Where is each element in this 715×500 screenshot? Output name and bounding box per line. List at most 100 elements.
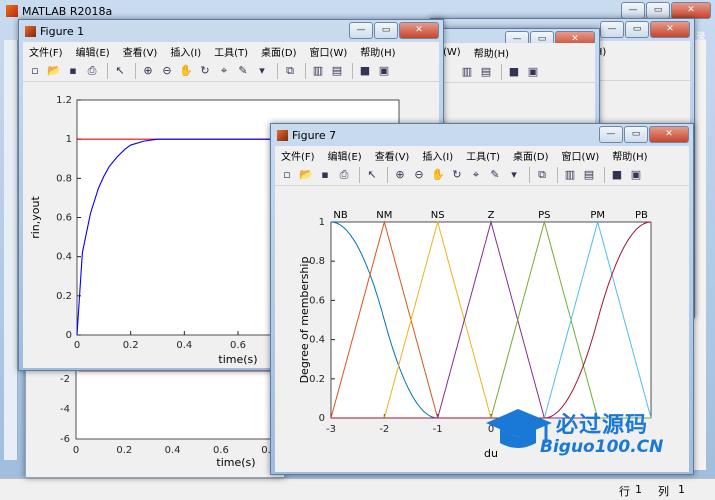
new-figure-icon[interactable]: ▫ bbox=[27, 63, 43, 79]
y-tick-label: 1 bbox=[66, 134, 72, 145]
colorbar-icon[interactable]: ▥ bbox=[310, 63, 326, 79]
save-icon[interactable]: ▪ bbox=[65, 63, 81, 79]
y-tick-label: 0.6 bbox=[309, 295, 325, 306]
y-tick-label: 0.2 bbox=[309, 374, 325, 385]
figure7-menu-item[interactable]: 窗口(W) bbox=[562, 148, 600, 163]
open-file-icon[interactable]: 📂 bbox=[298, 167, 314, 183]
x-tick-label: -3 bbox=[326, 424, 336, 435]
minimize-icon[interactable]: — bbox=[600, 21, 624, 38]
y-tick-label: 1.2 bbox=[56, 95, 72, 106]
print-icon[interactable]: ⎙ bbox=[84, 63, 100, 79]
zoom-out-icon[interactable]: ⊖ bbox=[411, 167, 427, 183]
toolbar-separator bbox=[135, 62, 136, 79]
col-value: 1 bbox=[678, 483, 685, 496]
statusbar: 行 1 列 1 bbox=[0, 478, 715, 500]
figure1-menu-item[interactable]: 插入(I) bbox=[170, 44, 201, 59]
pan-icon[interactable]: ✋ bbox=[430, 167, 446, 183]
figure7-menu-item[interactable]: 插入(I) bbox=[422, 148, 453, 163]
link-plot-icon[interactable]: ⧉ bbox=[282, 63, 298, 79]
zoom-in-icon[interactable]: ⊕ bbox=[392, 167, 408, 183]
edit-plot-icon[interactable]: ↖ bbox=[112, 63, 128, 79]
y-axis-label: Degree of membership bbox=[298, 257, 311, 384]
legend-icon[interactable]: ▤ bbox=[329, 63, 345, 79]
close-icon[interactable]: ✕ bbox=[671, 2, 711, 19]
x-tick-label: -1 bbox=[433, 424, 443, 435]
zoom-in-icon[interactable]: ⊕ bbox=[140, 63, 156, 79]
open-file-icon[interactable]: 📂 bbox=[46, 63, 62, 79]
new-figure-icon[interactable]: ▫ bbox=[279, 167, 295, 183]
colorbar-icon[interactable]: ▥ bbox=[459, 64, 475, 80]
mf-label-ps: PS bbox=[538, 210, 550, 221]
figure-icon bbox=[25, 25, 36, 37]
row-label: 行 bbox=[619, 485, 630, 498]
minimize-icon[interactable]: — bbox=[621, 2, 645, 19]
x-tick-label: -2 bbox=[379, 424, 389, 435]
matlab-window-buttons: — ▭ ✕ bbox=[620, 2, 711, 19]
edit-plot-icon[interactable]: ↖ bbox=[364, 167, 380, 183]
show-plot-tools-icon[interactable]: ▣ bbox=[628, 167, 644, 183]
brush-icon[interactable]: ✎ bbox=[487, 167, 503, 183]
pan-icon[interactable]: ✋ bbox=[178, 63, 194, 79]
figure1-menu-item[interactable]: 窗口(W) bbox=[310, 44, 348, 59]
legend-icon[interactable]: ▤ bbox=[581, 167, 597, 183]
brush-icon[interactable]: ✎ bbox=[235, 63, 251, 79]
dropdown-arrow-icon[interactable]: ▾ bbox=[254, 63, 270, 79]
close-icon[interactable]: ✕ bbox=[649, 126, 689, 143]
toolbar-separator bbox=[277, 62, 278, 79]
maximize-icon[interactable]: ▭ bbox=[624, 126, 648, 143]
data-cursor-icon[interactable]: ⌖ bbox=[216, 63, 232, 79]
y-tick-label: 1 bbox=[319, 217, 325, 228]
watermark-brand: 必过源码 bbox=[556, 413, 649, 438]
figure1-menu-item[interactable]: 文件(F) bbox=[29, 44, 63, 59]
show-plot-tools-icon[interactable]: ▣ bbox=[525, 64, 541, 80]
data-cursor-icon[interactable]: ⌖ bbox=[468, 167, 484, 183]
maximize-icon[interactable]: ▭ bbox=[646, 2, 670, 19]
minimize-icon[interactable]: — bbox=[349, 22, 373, 39]
col-label: 列 bbox=[658, 485, 669, 498]
dropdown-arrow-icon[interactable]: ▾ bbox=[506, 167, 522, 183]
minimize-icon[interactable]: — bbox=[599, 126, 623, 143]
figure7-menu-item[interactable]: 查看(V) bbox=[375, 148, 410, 163]
figure7-menu-item[interactable]: 桌面(D) bbox=[513, 148, 549, 163]
figure7-menu-item[interactable]: 编辑(E) bbox=[328, 148, 362, 163]
maximize-icon[interactable]: ▭ bbox=[374, 22, 398, 39]
figure7-menu-item[interactable]: 文件(F) bbox=[281, 148, 315, 163]
y-axis-label: rin,yout bbox=[29, 196, 42, 239]
back2-window-buttons: — ▭ ✕ bbox=[599, 21, 690, 38]
hide-plot-tools-icon[interactable]: ■ bbox=[357, 63, 373, 79]
figure7-menu-item[interactable]: 帮助(H) bbox=[612, 148, 647, 163]
matlab-logo-icon bbox=[6, 5, 18, 17]
colorbar-icon[interactable]: ▥ bbox=[562, 167, 578, 183]
save-icon[interactable]: ▪ bbox=[317, 167, 333, 183]
figure1-menu-item[interactable]: 工具(T) bbox=[214, 44, 248, 59]
rotate-icon[interactable]: ↻ bbox=[197, 63, 213, 79]
mf-label-pm: PM bbox=[590, 210, 605, 221]
maximize-icon[interactable]: ▭ bbox=[625, 21, 649, 38]
mf-label-z: Z bbox=[488, 210, 495, 221]
close-icon[interactable]: ✕ bbox=[399, 22, 439, 39]
watermark-site: Biguo100.CN bbox=[540, 437, 664, 457]
hide-plot-tools-icon[interactable]: ■ bbox=[506, 64, 522, 80]
x-tick-label: 0.4 bbox=[176, 340, 192, 351]
toolbar-separator bbox=[557, 166, 558, 183]
toolbar-separator bbox=[501, 63, 502, 80]
x-axis-label: time(s) bbox=[218, 353, 257, 366]
back1-menu-help[interactable]: 帮助(H) bbox=[474, 45, 509, 60]
print-icon[interactable]: ⎙ bbox=[336, 167, 352, 183]
axes-box bbox=[330, 221, 652, 419]
hide-plot-tools-icon[interactable]: ■ bbox=[609, 167, 625, 183]
rotate-icon[interactable]: ↻ bbox=[449, 167, 465, 183]
back1-menu-window[interactable]: (W) bbox=[443, 47, 461, 58]
x-axis-label: time(s) bbox=[216, 456, 255, 469]
figure1-menu-item[interactable]: 查看(V) bbox=[123, 44, 158, 59]
figure7-menu-item[interactable]: 工具(T) bbox=[466, 148, 500, 163]
toolbar-separator bbox=[604, 166, 605, 183]
show-plot-tools-icon[interactable]: ▣ bbox=[376, 63, 392, 79]
close-icon[interactable]: ✕ bbox=[650, 21, 690, 38]
legend-icon[interactable]: ▤ bbox=[478, 64, 494, 80]
link-plot-icon[interactable]: ⧉ bbox=[534, 167, 550, 183]
zoom-out-icon[interactable]: ⊖ bbox=[159, 63, 175, 79]
figure1-menu-item[interactable]: 桌面(D) bbox=[261, 44, 297, 59]
figure1-menu-item[interactable]: 帮助(H) bbox=[360, 44, 395, 59]
figure1-menu-item[interactable]: 编辑(E) bbox=[76, 44, 110, 59]
